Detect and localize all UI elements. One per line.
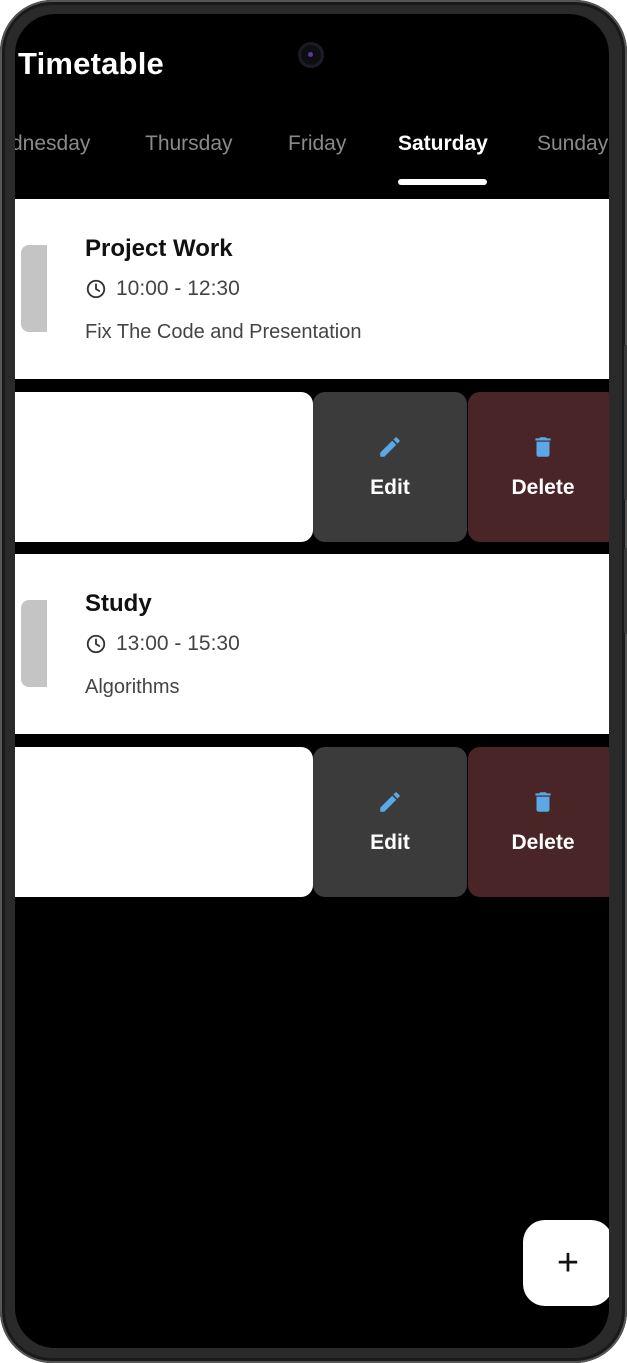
front-camera [298, 42, 324, 68]
tab-saturday[interactable]: Saturday [398, 132, 488, 156]
tab-thursday[interactable]: Thursday [145, 132, 233, 156]
event-color-bar [21, 245, 47, 332]
trash-icon [535, 437, 551, 457]
delete-label: Delete [511, 831, 575, 854]
page-title: Timetable [18, 46, 164, 81]
event-title: Project Work [85, 235, 233, 262]
active-tab-indicator [398, 179, 487, 185]
event-time: 13:00 - 15:30 [116, 632, 240, 655]
delete-button[interactable]: Delete [468, 392, 609, 542]
event-swipe-actions: Edit Delete [15, 392, 609, 542]
swiped-card[interactable] [15, 747, 313, 897]
edit-button[interactable]: Edit [313, 392, 467, 542]
event-time-row: 10:00 - 12:30 [85, 277, 240, 301]
app-screen: Timetable dnesday Thursday Friday Saturd… [15, 14, 609, 1348]
event-time: 10:00 - 12:30 [116, 277, 240, 300]
trash-icon [535, 792, 551, 812]
day-tabs: dnesday Thursday Friday Saturday Sunday [15, 110, 609, 190]
edit-label: Edit [370, 476, 410, 499]
event-description: Fix The Code and Presentation [85, 321, 362, 343]
event-color-bar [21, 600, 47, 687]
edit-label: Edit [370, 831, 410, 854]
clock-icon [86, 279, 106, 299]
clock-icon [86, 634, 106, 654]
pencil-icon [380, 792, 400, 812]
event-card-study[interactable]: Study 13:00 - 15:30 Algorithms [15, 554, 609, 734]
event-time-row: 13:00 - 15:30 [85, 632, 240, 656]
plus-icon: + [556, 1241, 580, 1284]
event-swipe-actions: Edit Delete [15, 747, 609, 897]
tab-friday[interactable]: Friday [288, 132, 346, 156]
event-title: Study [85, 590, 152, 617]
event-description: Algorithms [85, 676, 180, 698]
add-event-button[interactable]: + [523, 1220, 609, 1306]
pencil-icon [380, 437, 400, 457]
phone-frame: Timetable dnesday Thursday Friday Saturd… [0, 0, 627, 1363]
delete-label: Delete [511, 476, 575, 499]
event-card-project-work[interactable]: Project Work 10:00 - 12:30 Fix The Code … [15, 199, 609, 379]
edit-button[interactable]: Edit [313, 747, 467, 897]
swiped-card[interactable] [15, 392, 313, 542]
tab-wednesday[interactable]: dnesday [15, 132, 90, 156]
delete-button[interactable]: Delete [468, 747, 609, 897]
tab-sunday[interactable]: Sunday [537, 132, 608, 156]
